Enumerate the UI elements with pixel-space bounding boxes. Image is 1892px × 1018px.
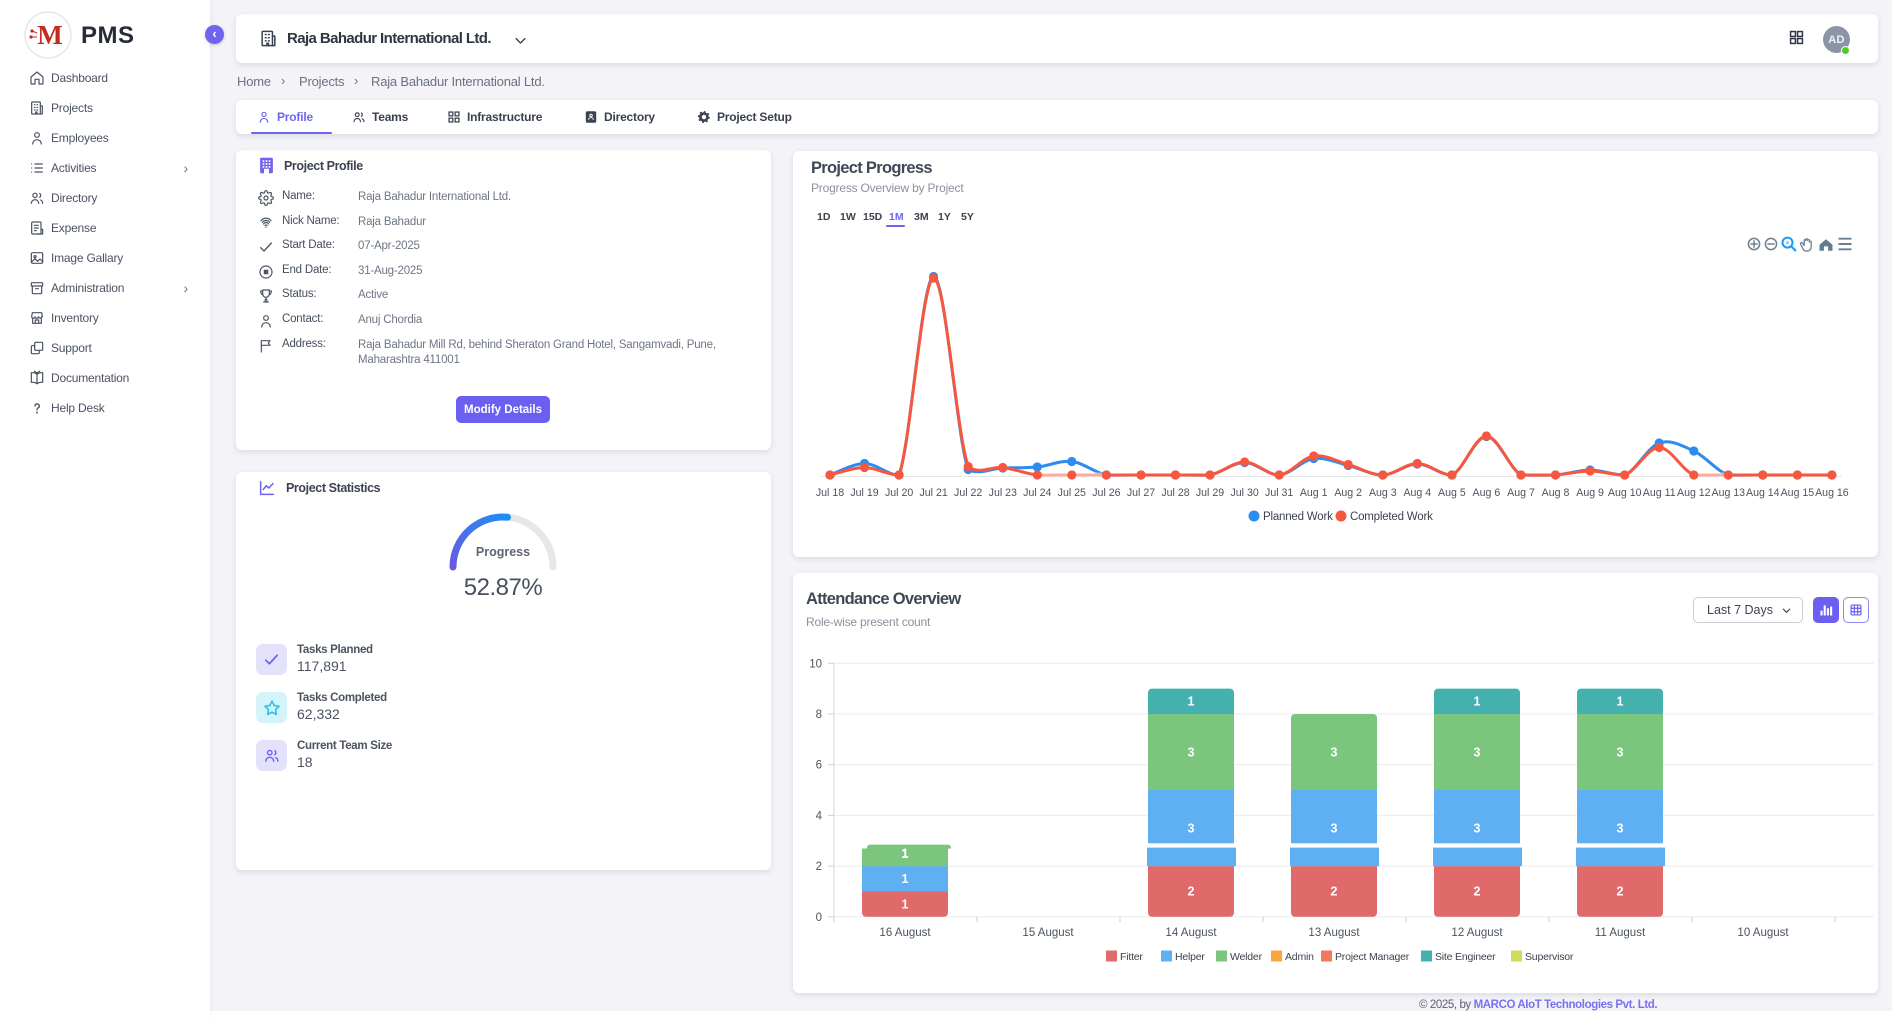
svg-text:Aug 14: Aug 14 xyxy=(1746,487,1780,499)
svg-text:Jul 23: Jul 23 xyxy=(989,487,1017,499)
svg-text:Jul 21: Jul 21 xyxy=(919,487,947,499)
svg-text:3: 3 xyxy=(1474,821,1481,835)
svg-text:Jul 30: Jul 30 xyxy=(1230,487,1258,499)
svg-text:15 August: 15 August xyxy=(1022,927,1074,939)
svg-text:3: 3 xyxy=(1331,821,1338,835)
svg-text:1: 1 xyxy=(902,872,909,886)
svg-text:M: M xyxy=(37,20,62,50)
svg-text:Jul 18: Jul 18 xyxy=(816,487,844,499)
svg-text:2: 2 xyxy=(1188,885,1195,899)
svg-text:2: 2 xyxy=(1331,885,1338,899)
svg-text:Planned Work: Planned Work xyxy=(1263,511,1333,523)
svg-text:Aug 8: Aug 8 xyxy=(1542,487,1570,499)
svg-text:Aug 6: Aug 6 xyxy=(1473,487,1501,499)
svg-text:0: 0 xyxy=(816,912,822,924)
svg-text:Aug 5: Aug 5 xyxy=(1438,487,1466,499)
svg-text:Helper: Helper xyxy=(1175,951,1205,963)
svg-text:Jul 29: Jul 29 xyxy=(1196,487,1224,499)
svg-text:2: 2 xyxy=(1474,885,1481,899)
svg-text:1: 1 xyxy=(1474,695,1481,709)
svg-text:Aug 9: Aug 9 xyxy=(1576,487,1604,499)
svg-text:Jul 26: Jul 26 xyxy=(1092,487,1120,499)
svg-text:10: 10 xyxy=(809,658,822,670)
svg-text:Completed Work: Completed Work xyxy=(1350,511,1433,523)
svg-text:Jul 27: Jul 27 xyxy=(1127,487,1155,499)
svg-text:Aug 1: Aug 1 xyxy=(1300,487,1328,499)
svg-text:3: 3 xyxy=(1474,745,1481,759)
svg-text:Jul 19: Jul 19 xyxy=(850,487,878,499)
svg-text:4: 4 xyxy=(816,810,823,822)
svg-text:Jul 25: Jul 25 xyxy=(1058,487,1086,499)
svg-text:8: 8 xyxy=(816,709,822,721)
svg-text:Admin: Admin xyxy=(1285,951,1314,963)
svg-text:Aug 16: Aug 16 xyxy=(1815,487,1849,499)
svg-text:3: 3 xyxy=(1617,745,1624,759)
svg-text:Jul 22: Jul 22 xyxy=(954,487,982,499)
svg-text:3: 3 xyxy=(1617,821,1624,835)
svg-text:Jul 20: Jul 20 xyxy=(885,487,913,499)
svg-text:2: 2 xyxy=(1617,885,1624,899)
svg-text:11 August: 11 August xyxy=(1595,927,1646,939)
svg-text:Jul 24: Jul 24 xyxy=(1023,487,1051,499)
svg-text:1: 1 xyxy=(902,847,909,861)
svg-text:Jul 31: Jul 31 xyxy=(1265,487,1293,499)
svg-text:Aug 11: Aug 11 xyxy=(1643,487,1676,499)
svg-text:Aug 12: Aug 12 xyxy=(1677,487,1711,499)
svg-text:16 August: 16 August xyxy=(879,927,931,939)
svg-text:Aug 7: Aug 7 xyxy=(1507,487,1535,499)
svg-text:Project Manager: Project Manager xyxy=(1335,951,1410,963)
svg-text:6: 6 xyxy=(816,760,822,772)
svg-text:Supervisor: Supervisor xyxy=(1525,951,1574,963)
svg-text:10 August: 10 August xyxy=(1737,927,1789,939)
svg-text:3: 3 xyxy=(1188,745,1195,759)
svg-text:1: 1 xyxy=(1188,695,1195,709)
svg-text:Jul 28: Jul 28 xyxy=(1161,487,1189,499)
svg-text:13 August: 13 August xyxy=(1308,927,1360,939)
svg-text:12 August: 12 August xyxy=(1451,927,1503,939)
svg-text:1: 1 xyxy=(1617,695,1624,709)
svg-text:Aug 13: Aug 13 xyxy=(1712,487,1746,499)
svg-text:Aug 3: Aug 3 xyxy=(1369,487,1397,499)
svg-text:2: 2 xyxy=(816,861,822,873)
svg-text:Site Engineer: Site Engineer xyxy=(1435,951,1496,963)
svg-text:14 August: 14 August xyxy=(1165,927,1217,939)
svg-text:1: 1 xyxy=(902,897,909,911)
svg-text:3: 3 xyxy=(1188,821,1195,835)
svg-text:Fitter: Fitter xyxy=(1120,951,1143,963)
svg-text:3: 3 xyxy=(1331,745,1338,759)
svg-text:Aug 4: Aug 4 xyxy=(1403,487,1431,499)
svg-text:Aug 15: Aug 15 xyxy=(1781,487,1815,499)
svg-text:Welder: Welder xyxy=(1230,951,1263,963)
svg-text:Aug 10: Aug 10 xyxy=(1608,487,1642,499)
svg-text:Aug 2: Aug 2 xyxy=(1334,487,1362,499)
